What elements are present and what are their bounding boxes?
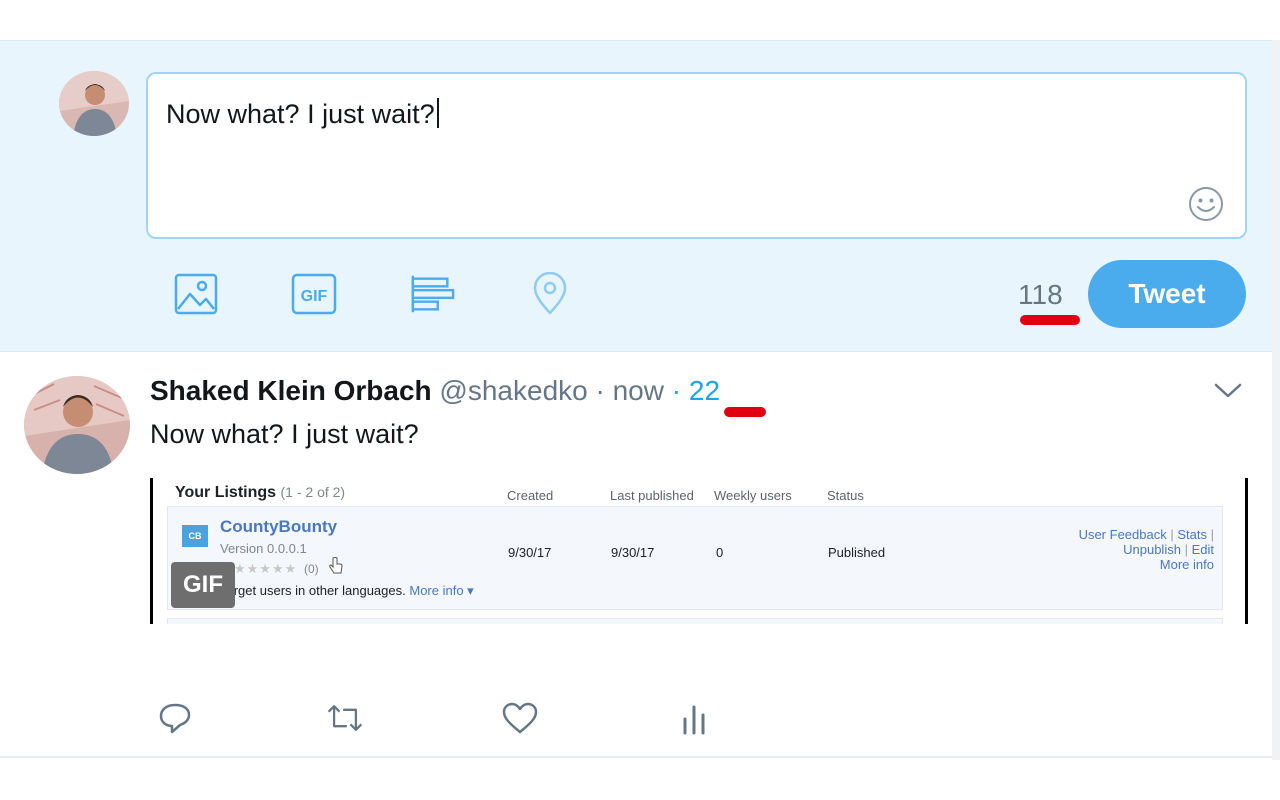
chevron-down-icon[interactable] xyxy=(1212,378,1244,402)
character-counter: 118 xyxy=(1018,279,1063,310)
text-caret xyxy=(436,98,439,128)
annotation-underline xyxy=(1020,315,1080,325)
pointer-cursor-icon xyxy=(328,557,344,575)
star-rating: ★★★★★ xyxy=(234,561,298,576)
reply-icon[interactable] xyxy=(155,698,195,738)
tweet-input-text: Now what? I just wait? xyxy=(166,98,439,130)
tweet-text: Now what? I just wait? xyxy=(150,419,419,449)
location-icon[interactable] xyxy=(527,271,573,317)
tweet-textarea[interactable]: Now what? I just wait? xyxy=(146,72,1247,239)
listings-title: Your Listings (1 - 2 of 2) xyxy=(175,484,346,501)
separator: · xyxy=(595,375,605,406)
like-icon[interactable] xyxy=(500,698,540,738)
author-handle[interactable]: @shakedko xyxy=(439,375,587,406)
character-count-badge: 22 xyxy=(688,375,721,406)
status: Published xyxy=(828,545,886,560)
separator: · xyxy=(671,375,682,406)
last-published-date: 9/30/17 xyxy=(611,545,655,560)
poll-icon[interactable] xyxy=(409,271,455,317)
avatar[interactable] xyxy=(59,71,129,136)
scroll-edge xyxy=(1272,40,1280,760)
tweet-button[interactable]: Tweet xyxy=(1088,260,1246,328)
retweet-icon[interactable] xyxy=(325,698,365,738)
column-header: Last published xyxy=(610,488,694,503)
column-header: Weekly users xyxy=(714,488,792,503)
created-date: 9/30/17 xyxy=(508,545,552,560)
top-spacer xyxy=(0,0,1280,40)
avatar[interactable] xyxy=(24,376,130,474)
smiley-icon[interactable] xyxy=(1188,186,1224,222)
annotation-underline xyxy=(724,407,766,417)
app-icon: CB xyxy=(182,525,208,547)
media-gif-preview[interactable]: Your Listings (1 - 2 of 2) Created Last … xyxy=(150,478,1248,624)
more-info-link: More info ▾ xyxy=(409,583,474,598)
analytics-icon[interactable] xyxy=(674,698,714,738)
gif-badge: GIF xyxy=(171,562,235,608)
column-header: Status xyxy=(827,488,864,503)
image-icon[interactable] xyxy=(173,271,219,317)
listing-row: CB CountyBounty Version 0.0.0.1 ★★★★★ (0… xyxy=(167,506,1223,610)
rating-count: (0) xyxy=(304,562,319,576)
column-header: Created xyxy=(507,488,554,503)
listing-row xyxy=(167,618,1223,624)
weekly-users: 0 xyxy=(716,545,724,560)
app-version: Version 0.0.0.1 xyxy=(220,541,307,556)
app-name: CountyBounty xyxy=(220,517,338,536)
tweet-header: Shaked Klein Orbach @shakedko · now · 22 xyxy=(150,375,720,407)
target-text: Target users in other languages. More in… xyxy=(220,583,474,598)
timestamp[interactable]: now xyxy=(613,375,664,406)
tweet-composer: Now what? I just wait? GIF 118 Tweet xyxy=(0,40,1272,352)
listing-actions: User Feedback | Stats | Unpublish | Edit… xyxy=(1078,527,1214,572)
gif-icon[interactable]: GIF xyxy=(291,271,337,317)
author-name[interactable]: Shaked Klein Orbach xyxy=(150,375,432,406)
svg-text:GIF: GIF xyxy=(301,288,328,305)
tweet-card[interactable]: Shaked Klein Orbach @shakedko · now · 22… xyxy=(0,352,1272,758)
